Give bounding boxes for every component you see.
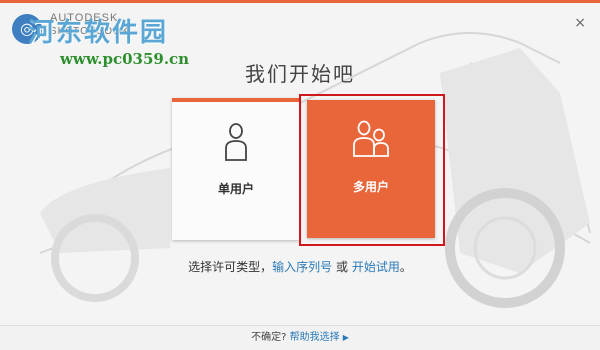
single-user-option[interactable]: 单用户 bbox=[172, 98, 300, 240]
multi-user-icon bbox=[307, 120, 435, 162]
arrow-right-icon: ▶ bbox=[342, 333, 349, 342]
hint-suffix: 。 bbox=[399, 260, 412, 274]
page-title: 我们开始吧 bbox=[245, 62, 355, 86]
enter-serial-link[interactable]: 输入序列号 bbox=[272, 260, 332, 274]
single-user-icon bbox=[172, 122, 300, 166]
watermark-site-name: 河东软件园 bbox=[28, 18, 169, 48]
license-hint: 选择许可类型，输入序列号 或 开始试用。 bbox=[0, 258, 600, 275]
help-me-choose-link[interactable]: 帮助我选择 bbox=[290, 332, 340, 343]
hint-prefix: 选择许可类型， bbox=[188, 260, 273, 274]
multi-user-option[interactable]: 多用户 bbox=[307, 100, 435, 238]
footer-question: 不确定? bbox=[251, 332, 290, 343]
single-user-label: 单用户 bbox=[217, 182, 254, 196]
multi-user-label: 多用户 bbox=[352, 180, 389, 194]
start-trial-link[interactable]: 开始试用 bbox=[352, 260, 400, 274]
close-button[interactable]: × bbox=[574, 15, 586, 31]
footer-bar: 不确定? 帮助我选择 ▶ bbox=[0, 325, 600, 350]
hint-or: 或 bbox=[332, 260, 352, 274]
close-icon: × bbox=[574, 15, 586, 31]
